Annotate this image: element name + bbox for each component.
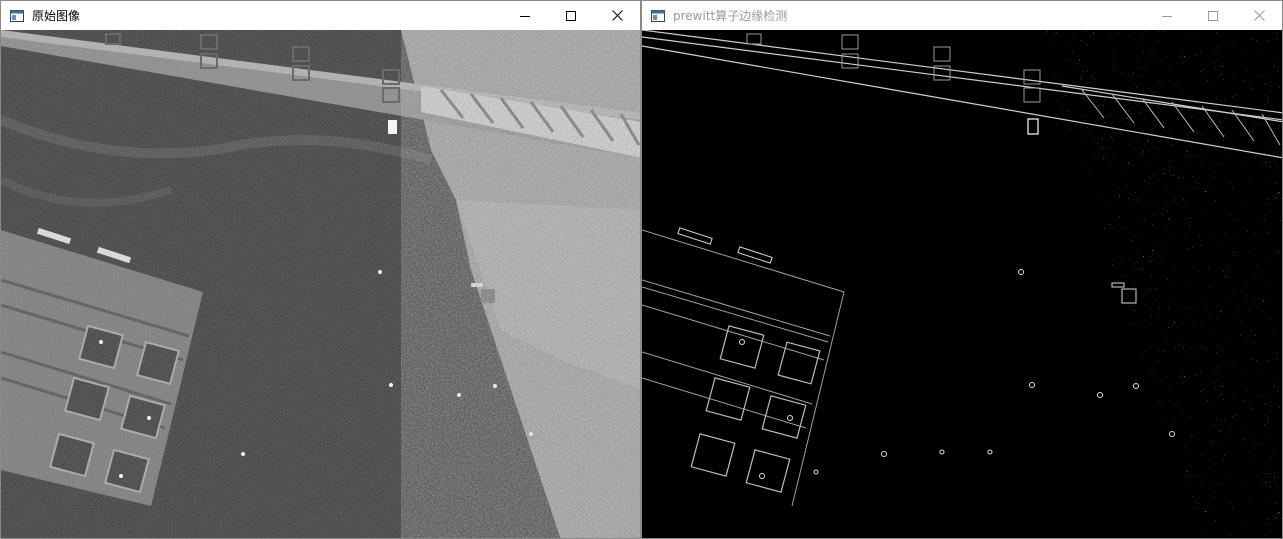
maximize-icon [1208,10,1218,21]
window-app-icon [10,9,24,22]
minimize-button[interactable] [1144,1,1190,30]
window-controls [502,1,640,30]
window-app-icon [651,9,665,22]
minimize-icon [1162,15,1172,17]
title-bar[interactable]: 原始图像 [1,1,640,30]
prewitt-edge-window: prewitt算子边缘检测 [641,0,1283,539]
window-title: prewitt算子边缘检测 [673,9,788,23]
minimize-icon [520,15,530,17]
close-button[interactable] [594,1,640,30]
edge-detection-image [642,30,1282,538]
title-bar[interactable]: prewitt算子边缘检测 [642,1,1282,30]
close-icon [1253,10,1265,21]
original-image [1,30,640,538]
close-icon [611,10,623,21]
maximize-icon [566,10,576,21]
maximize-button[interactable] [1190,1,1236,30]
close-button[interactable] [1236,1,1282,30]
window-title: 原始图像 [32,9,81,23]
window-controls [1144,1,1282,30]
maximize-button[interactable] [548,1,594,30]
original-image-window: 原始图像 [0,0,641,539]
minimize-button[interactable] [502,1,548,30]
